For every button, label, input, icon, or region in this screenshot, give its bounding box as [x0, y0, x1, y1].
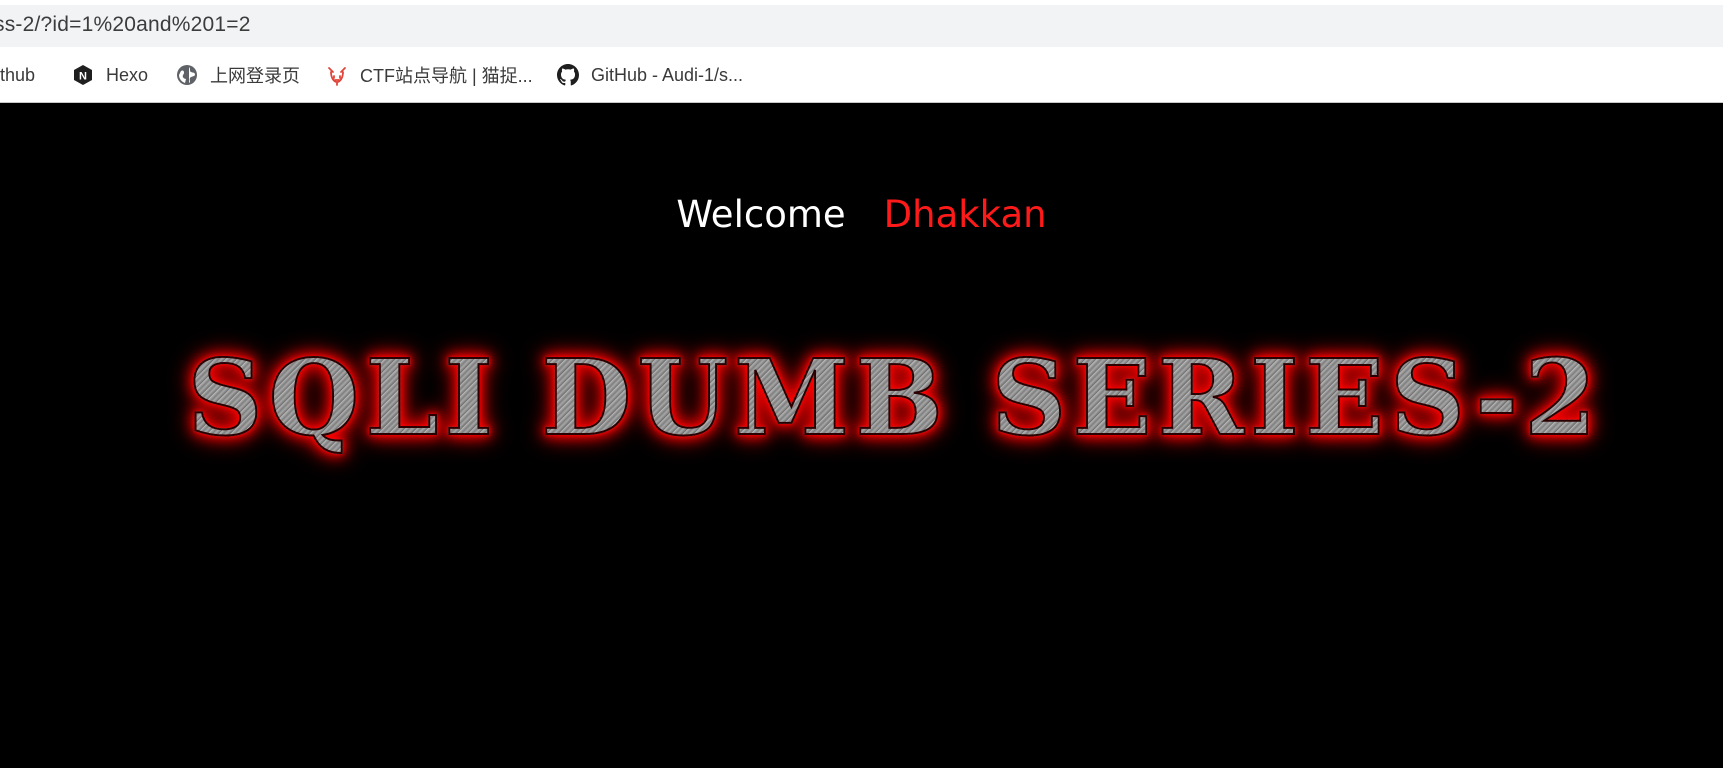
svg-text:N: N [79, 71, 87, 83]
bookmark-ctf-nav[interactable]: CTF站点导航 | 猫捉... [326, 55, 533, 95]
series-banner: SQLI DUMB SERIES-2 [150, 333, 1640, 463]
globe-icon [176, 64, 198, 86]
github-icon [557, 64, 579, 86]
bookmark-hexo[interactable]: N Hexo [72, 55, 148, 95]
banner-title: SQLI DUMB SERIES-2 [150, 333, 1640, 463]
welcome-label: Welcome [676, 193, 846, 236]
cat-icon [326, 64, 348, 86]
user-name: Dhakkan [883, 193, 1047, 236]
bookmarks-bar: ithub N Hexo 上网登录页 [0, 55, 1723, 95]
address-text[interactable]: ss-2/?id=1%20and%201=2 [0, 13, 251, 37]
bookmark-label: 上网登录页 [210, 66, 300, 86]
bookmark-login-page[interactable]: 上网登录页 [176, 55, 300, 95]
address-bar[interactable]: ss-2/?id=1%20and%201=2 [0, 5, 1723, 47]
bookmark-label: ithub [0, 64, 36, 85]
browser-chrome: ss-2/?id=1%20and%201=2 ithub N Hexo [0, 0, 1723, 103]
welcome-message: Welcome Dhakkan [0, 193, 1723, 236]
hexo-icon: N [72, 64, 94, 86]
bookmark-label: GitHub - Audi-1/s... [591, 64, 744, 85]
bookmark-label: Hexo [106, 64, 149, 85]
bookmark-label: CTF站点导航 | 猫捉... [360, 66, 533, 86]
bookmark-github-partial[interactable]: ithub [0, 55, 35, 95]
page-content: Welcome Dhakkan SQLI DUMB SERIES-2 [0, 103, 1723, 768]
bookmark-github-audi[interactable]: GitHub - Audi-1/s... [557, 55, 743, 95]
